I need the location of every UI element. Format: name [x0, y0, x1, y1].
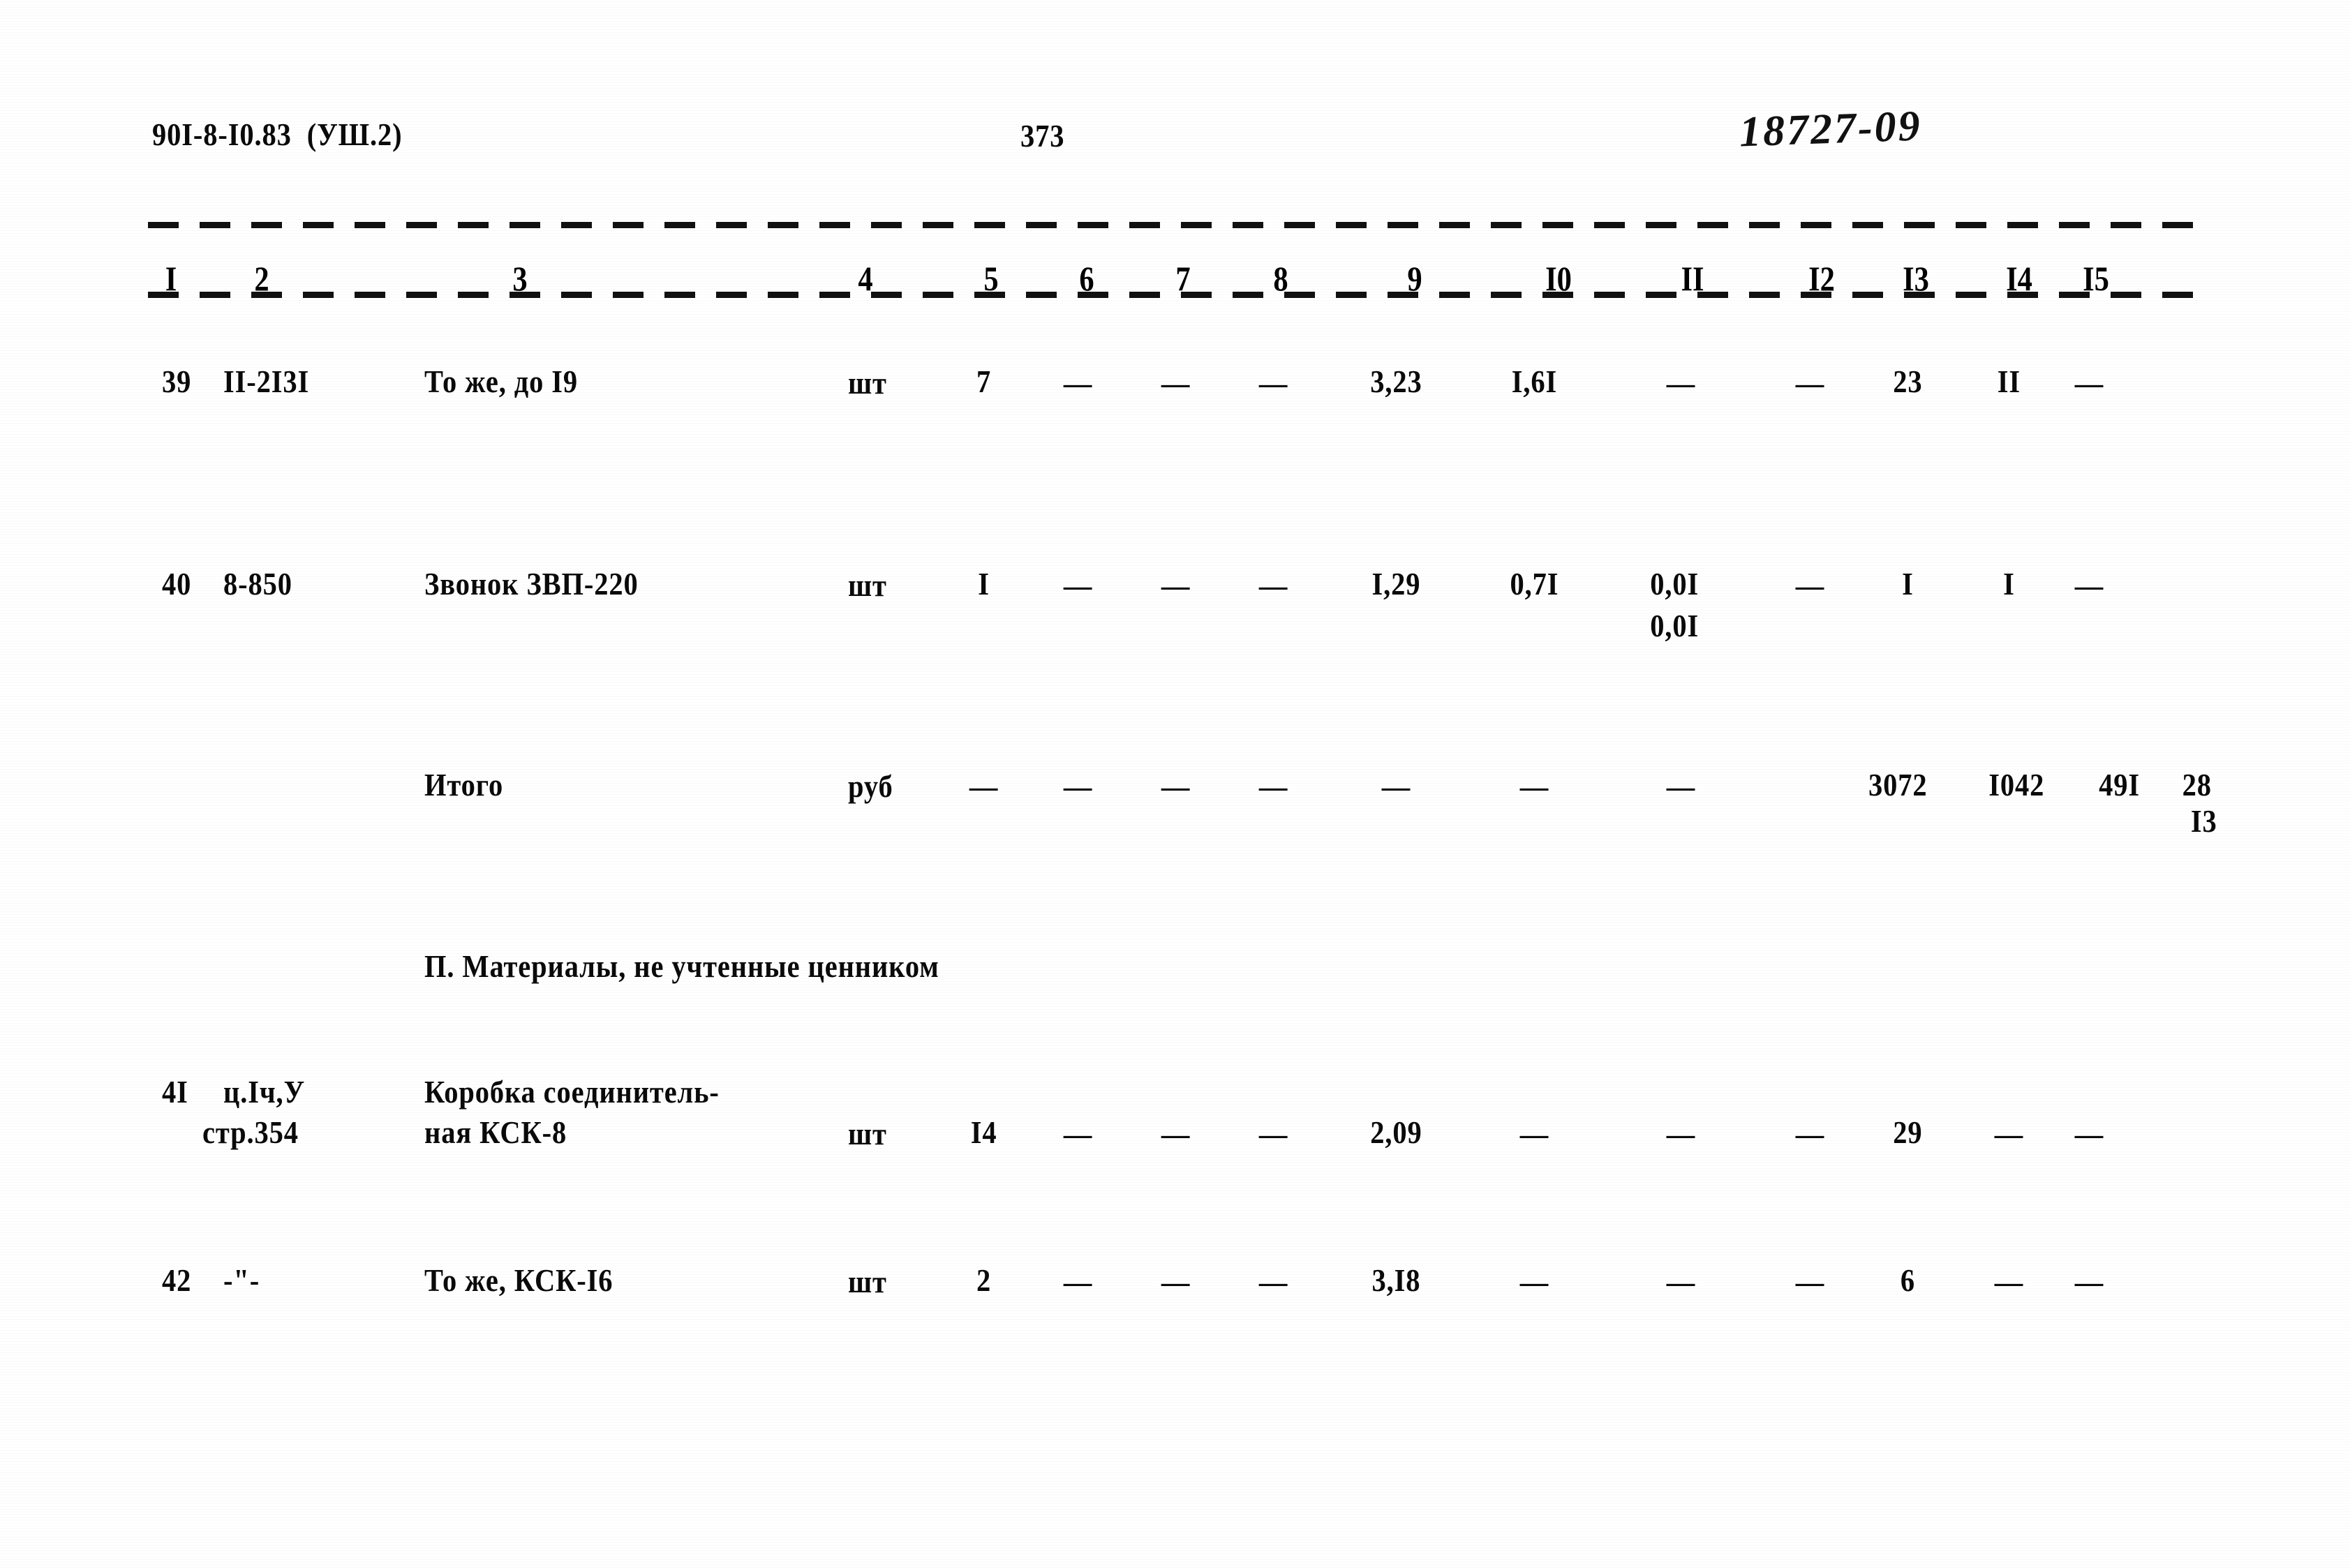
cell-c6: — [1063, 1116, 1093, 1151]
cell-c13: 23 [1893, 364, 1923, 399]
table-rule-top [148, 222, 2203, 228]
cell-c6: — [1063, 768, 1093, 804]
cell-c8: — [1258, 567, 1288, 603]
row-code: -"- [223, 1262, 260, 1298]
cell-c11: — [1666, 1116, 1696, 1151]
row-unit: шт [848, 1116, 887, 1151]
cell-c8: — [1258, 1264, 1288, 1299]
handwritten-archive-number: 18727-09 [1738, 102, 1923, 156]
cell-c12: — [1795, 567, 1825, 603]
total-unit: руб [848, 768, 893, 804]
document-code: 90I-8-I0.83 (УШ.2) [152, 117, 403, 152]
cell-c9: — [1381, 768, 1411, 804]
row-description: То же, КСК-I6 [424, 1262, 613, 1298]
cell-c11: 0,0I [1650, 566, 1700, 602]
row-number: 42 [162, 1262, 192, 1298]
cell-c6: — [1063, 1264, 1093, 1299]
column-header-7: 7 [1175, 259, 1191, 298]
column-header-8: 8 [1273, 259, 1288, 298]
column-header-11: II [1681, 259, 1704, 298]
row-unit: шт [848, 365, 887, 401]
column-header-9: 9 [1407, 259, 1422, 298]
cell-c13: I [1902, 566, 1914, 602]
row-number: 39 [162, 364, 192, 399]
cell-c13: 6 [1900, 1262, 1915, 1298]
cell-c7: — [1161, 768, 1191, 804]
cell-c5: I4 [970, 1114, 997, 1150]
page-number: 373 [1020, 118, 1065, 154]
cell-c13: 29 [1893, 1114, 1923, 1150]
total-label: Итого [424, 767, 504, 802]
cell-c10: I,6I [1511, 364, 1558, 399]
cell-c11: — [1666, 1264, 1696, 1299]
scanned-page: 90I-8-I0.83 (УШ.2) 373 18727-09 I 2 3 4 … [0, 0, 2350, 1568]
cell-c5: — [969, 768, 999, 804]
cell-c8: — [1258, 1116, 1288, 1151]
cell-c7: — [1161, 1264, 1191, 1299]
cell-c8: — [1258, 365, 1288, 401]
row-number: 40 [162, 566, 192, 602]
cell-c5: I [978, 566, 990, 602]
cell-c9: 3,I8 [1371, 1262, 1421, 1298]
column-header-10: I0 [1545, 259, 1572, 298]
row-unit: шт [848, 1264, 887, 1299]
row-code: II-2I3I [223, 364, 310, 399]
row-code-line2: стр.354 [202, 1114, 299, 1150]
cell-c11-second-line: 0,0I [1650, 608, 1700, 643]
column-header-13: I3 [1903, 259, 1929, 298]
cell-c14: II [1997, 364, 2021, 399]
cell-c5: 7 [976, 364, 992, 399]
row-description: То же, до I9 [424, 364, 578, 399]
cell-c10: — [1519, 1116, 1549, 1151]
row-code: ц.Iч,У [223, 1074, 306, 1110]
cell-c7: — [1161, 365, 1191, 401]
cell-c13: I042 [1988, 767, 2045, 802]
cell-c10: — [1519, 768, 1549, 804]
column-header-12: I2 [1808, 259, 1835, 298]
cell-c15: — [2074, 1116, 2104, 1151]
cell-c14: — [1994, 1116, 2024, 1151]
row-description: Звонок ЗВП-220 [424, 566, 639, 602]
row-unit: шт [848, 567, 887, 603]
cell-c5: 2 [976, 1262, 992, 1298]
section-heading: П. Материалы, не учтенные ценником [424, 948, 939, 984]
cell-c14: — [1994, 1264, 2024, 1299]
column-header-4: 4 [858, 259, 873, 298]
row-description-line2: ная КСК-8 [424, 1114, 567, 1150]
cell-c6: — [1063, 365, 1093, 401]
row-code: 8-850 [223, 566, 292, 602]
cell-c6: — [1063, 567, 1093, 603]
cell-c10: — [1519, 1264, 1549, 1299]
column-header-3: 3 [512, 259, 528, 298]
column-header-6: 6 [1079, 259, 1094, 298]
cell-c12: — [1795, 1264, 1825, 1299]
cell-c8: — [1258, 768, 1288, 804]
column-header-2: 2 [254, 259, 269, 298]
cell-c12: — [1795, 1116, 1825, 1151]
cell-c7: — [1161, 567, 1191, 603]
column-header-15: I5 [2083, 259, 2109, 298]
cell-c9: 3,23 [1370, 364, 1422, 399]
cell-c11: — [1666, 365, 1696, 401]
cell-c10: 0,7I [1510, 566, 1559, 602]
column-header-1: I [165, 259, 177, 298]
row-number: 4I [162, 1074, 188, 1110]
cell-c7: — [1161, 1116, 1191, 1151]
cell-c15: — [2074, 1264, 2104, 1299]
cell-c11: — [1666, 768, 1696, 804]
cell-c9: I,29 [1371, 566, 1421, 602]
cell-c14: 49I [2099, 767, 2141, 802]
cell-c15-second-line: I3 [2190, 803, 2217, 839]
column-header-14: I4 [2006, 259, 2032, 298]
cell-c9: 2,09 [1370, 1114, 1422, 1150]
column-header-5: 5 [983, 259, 999, 298]
cell-c15: — [2074, 365, 2104, 401]
cell-c12: — [1795, 365, 1825, 401]
row-description: Коробка соединитель- [424, 1074, 720, 1110]
cell-c12: 3072 [1868, 767, 1928, 802]
cell-c15: 28 [2182, 767, 2212, 802]
cell-c15: — [2074, 567, 2104, 603]
cell-c14: I [2003, 566, 2015, 602]
